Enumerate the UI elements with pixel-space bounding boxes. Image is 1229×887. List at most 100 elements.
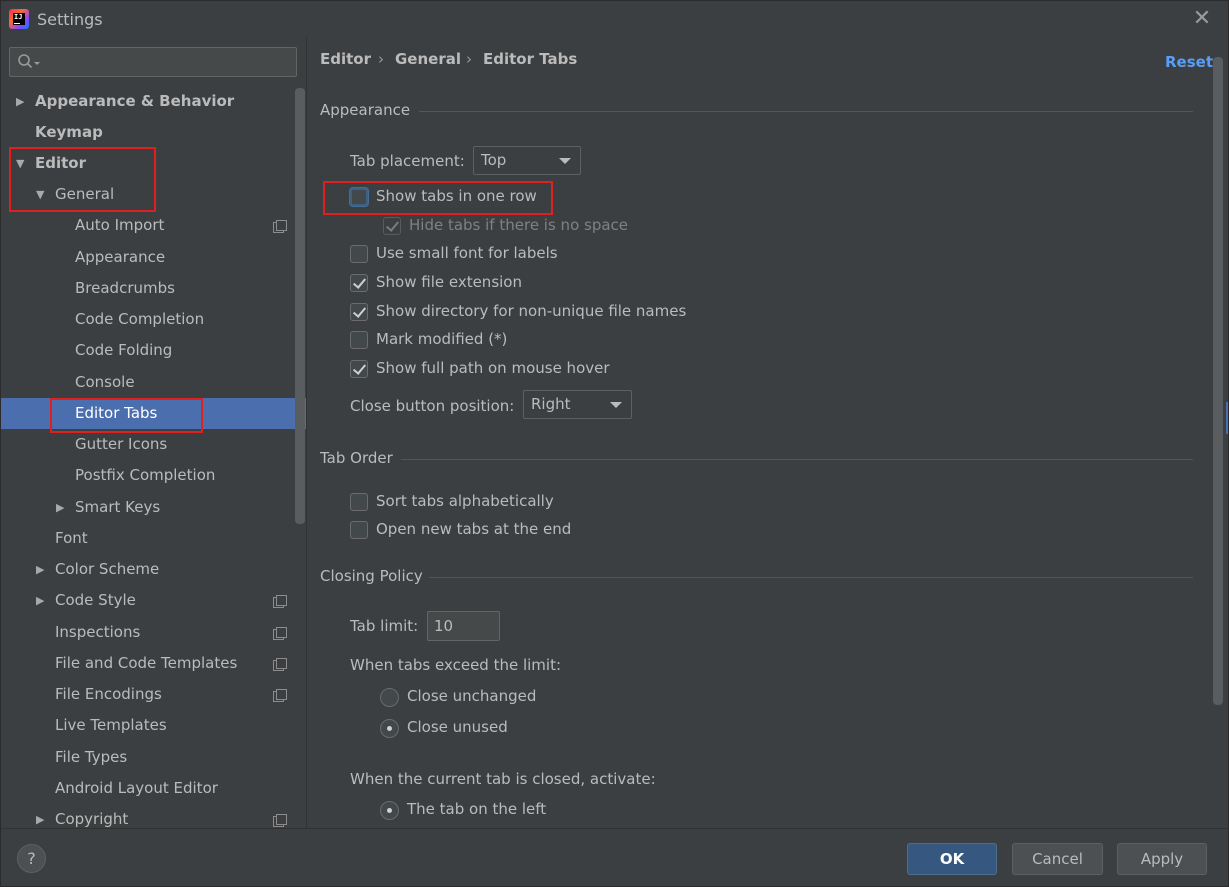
sidebar-item-auto-import[interactable]: Auto Import (1, 210, 295, 241)
sidebar-item-file-encodings[interactable]: File Encodings (1, 679, 295, 710)
ok-button[interactable]: OK (907, 843, 997, 875)
close-button-position-dropdown[interactable]: Right (523, 390, 632, 419)
checkbox-box[interactable] (350, 303, 368, 321)
help-button[interactable]: ? (17, 844, 46, 873)
cancel-button[interactable]: Cancel (1012, 843, 1103, 875)
checkbox-label: Show file extension (376, 273, 522, 291)
checkbox-box[interactable] (350, 493, 368, 511)
checkbox-box[interactable] (350, 521, 368, 539)
radio-label: The tab on the left (407, 800, 547, 818)
sidebar-item-label: Code Style (55, 591, 136, 609)
sidebar-item-keymap[interactable]: Keymap (1, 117, 295, 148)
project-scope-icon (273, 595, 287, 608)
checkbox-label: Show full path on mouse hover (376, 359, 610, 377)
hide-tabs-checkbox[interactable]: Hide tabs if there is no space (383, 215, 643, 239)
checkbox-box[interactable] (383, 217, 401, 235)
settings-window: IJ Settings ✕ ▶ Appearance & Behavior Ke… (0, 0, 1229, 887)
project-scope-icon (273, 627, 287, 640)
sidebar-item-label: Color Scheme (55, 560, 160, 578)
checkbox-label: Open new tabs at the end (376, 520, 572, 538)
sidebar-item-inspections[interactable]: Inspections (1, 617, 295, 648)
search-icon[interactable] (17, 53, 43, 71)
show-full-path-checkbox[interactable]: Show full path on mouse hover (350, 358, 630, 382)
intellij-idea-icon: IJ (9, 9, 29, 29)
sidebar-item-live-templates[interactable]: Live Templates (1, 710, 295, 741)
section-title-tab-order: Tab Order (320, 449, 393, 467)
sidebar-item-file-types[interactable]: File Types (1, 742, 295, 773)
checkbox-box[interactable] (350, 360, 368, 378)
sidebar-item-code-style[interactable]: ▶ Code Style (1, 585, 295, 616)
sidebar-item-postfix-completion[interactable]: Postfix Completion (1, 460, 295, 491)
tab-placement-label: Tab placement: (350, 152, 465, 170)
expand-arrow-icon[interactable]: ▶ (16, 86, 24, 117)
sidebar-item-label: Appearance & Behavior (35, 92, 235, 110)
apply-button[interactable]: Apply (1117, 843, 1207, 875)
sidebar-item-copyright[interactable]: ▶ Copyright (1, 804, 295, 828)
sidebar-item-console[interactable]: Console (1, 367, 295, 398)
section-divider (429, 577, 1193, 578)
breadcrumb-item: General (395, 50, 461, 68)
checkbox-label: Show tabs in one row (376, 187, 537, 205)
close-button-position-value: Right (531, 395, 571, 413)
mark-modified-checkbox[interactable]: Mark modified (*) (350, 329, 530, 353)
expand-arrow-icon[interactable]: ▶ (36, 554, 44, 585)
checkbox-box[interactable] (350, 331, 368, 349)
sidebar-item-breadcrumbs[interactable]: Breadcrumbs (1, 273, 295, 304)
expand-arrow-icon[interactable]: ▶ (36, 804, 44, 828)
sidebar-item-general[interactable]: ▼ General (1, 179, 295, 210)
search-input[interactable] (44, 51, 292, 73)
breadcrumb-item: Editor Tabs (483, 50, 578, 68)
collapse-arrow-icon[interactable]: ▼ (36, 179, 44, 210)
tab-on-left-radio[interactable]: The tab on the left (380, 799, 580, 823)
sidebar-item-editor[interactable]: ▼ Editor (1, 148, 295, 179)
sidebar-item-font[interactable]: Font (1, 523, 295, 554)
close-unchanged-radio[interactable]: Close unchanged (380, 686, 560, 710)
checkbox-box[interactable] (350, 188, 368, 206)
settings-sidebar: ▶ Appearance & Behavior Keymap ▼ Editor … (1, 37, 307, 828)
main-scrollbar[interactable] (1213, 57, 1223, 705)
sort-tabs-checkbox[interactable]: Sort tabs alphabetically (350, 491, 570, 515)
radio-dot[interactable] (380, 801, 399, 820)
sidebar-item-label: Breadcrumbs (75, 279, 175, 297)
chevron-down-icon (559, 158, 571, 164)
open-tabs-at-end-checkbox[interactable]: Open new tabs at the end (350, 519, 590, 543)
search-field[interactable] (9, 47, 297, 77)
sidebar-item-label: Console (75, 373, 135, 391)
sidebar-item-label: General (55, 185, 115, 203)
sidebar-item-appearance-behavior[interactable]: ▶ Appearance & Behavior (1, 86, 295, 117)
close-button-position-label: Close button position: (350, 397, 515, 415)
radio-dot[interactable] (380, 719, 399, 738)
sidebar-item-label: Gutter Icons (75, 435, 168, 453)
tab-limit-input[interactable] (427, 611, 500, 641)
sidebar-item-android-layout-editor[interactable]: Android Layout Editor (1, 773, 295, 804)
show-tabs-one-row-checkbox[interactable]: Show tabs in one row (350, 186, 570, 210)
chevron-down-icon (610, 402, 622, 408)
radio-dot[interactable] (380, 688, 399, 707)
expand-arrow-icon[interactable]: ▶ (36, 585, 44, 616)
tab-limit-label: Tab limit: (350, 617, 419, 635)
sidebar-item-editor-tabs[interactable]: Editor Tabs (1, 398, 306, 429)
sidebar-scrollbar[interactable] (295, 88, 305, 524)
sidebar-item-code-folding[interactable]: Code Folding (1, 335, 295, 366)
tab-placement-dropdown[interactable]: Top (473, 146, 581, 175)
section-title-appearance: Appearance (320, 101, 411, 119)
checkbox-box[interactable] (350, 274, 368, 292)
sidebar-item-appearance[interactable]: Appearance (1, 242, 295, 273)
title-bar: IJ Settings ✕ (1, 1, 1228, 37)
collapse-arrow-icon[interactable]: ▼ (16, 148, 24, 179)
show-directory-checkbox[interactable]: Show directory for non-unique file names (350, 301, 710, 325)
exceed-limit-label: When tabs exceed the limit: (350, 656, 562, 674)
checkbox-label: Show directory for non-unique file names (376, 302, 687, 320)
sidebar-item-file-code-templates[interactable]: File and Code Templates (1, 648, 295, 679)
reset-link[interactable]: Reset (1165, 53, 1213, 71)
sidebar-item-gutter-icons[interactable]: Gutter Icons (1, 429, 295, 460)
checkbox-box[interactable] (350, 245, 368, 263)
close-unused-radio[interactable]: Close unused (380, 717, 540, 741)
close-icon[interactable]: ✕ (1190, 7, 1214, 31)
expand-arrow-icon[interactable]: ▶ (56, 492, 64, 523)
sidebar-item-color-scheme[interactable]: ▶ Color Scheme (1, 554, 295, 585)
small-font-checkbox[interactable]: Use small font for labels (350, 243, 590, 267)
show-file-extension-checkbox[interactable]: Show file extension (350, 272, 550, 296)
sidebar-item-code-completion[interactable]: Code Completion (1, 304, 295, 335)
sidebar-item-smart-keys[interactable]: ▶ Smart Keys (1, 492, 295, 523)
